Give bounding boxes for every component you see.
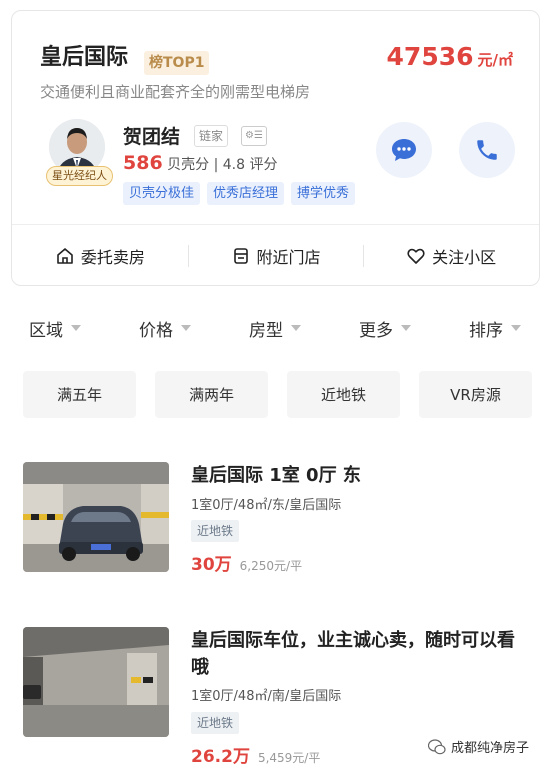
community-actions: 委托卖房 附近门店 关注小区: [12, 225, 539, 287]
agent-badges: 贝壳分极佳 优秀店经理 搏学优秀: [123, 182, 356, 205]
id-card-icon[interactable]: ⚙☰: [241, 126, 267, 146]
filter-layout[interactable]: 房型: [220, 308, 330, 348]
filter-more[interactable]: 更多: [330, 308, 440, 348]
listing-price-row: 30万 6,250元/平: [191, 550, 302, 575]
follow-community-button[interactable]: 关注小区: [363, 225, 539, 287]
agent-score-label: 贝壳分: [167, 157, 210, 173]
price-number: 47536: [386, 42, 474, 71]
phone-icon: [477, 140, 497, 160]
quick-tag-vr[interactable]: VR房源: [419, 371, 532, 418]
listing-price-row: 26.2万 5,459元/平: [191, 742, 320, 767]
caret-down-icon: [511, 325, 521, 331]
filter-label: 价格: [139, 320, 173, 341]
rank-badge[interactable]: 榜TOP1: [144, 51, 210, 75]
caret-down-icon: [401, 325, 411, 331]
caret-down-icon: [181, 325, 191, 331]
watermark-text: 成都纯净房子: [451, 741, 530, 756]
listing-meta: 1室0厅/48㎡/东/皇后国际: [191, 498, 342, 513]
nearby-store-button[interactable]: 附近门店: [187, 225, 364, 287]
listing-item[interactable]: 皇后国际 1室 0厅 东 1室0厅/48㎡/东/皇后国际 近地铁 30万 6,25…: [23, 462, 533, 575]
wechat-icon: [428, 738, 446, 754]
parking-garage-photo-icon: [23, 627, 169, 737]
filter-bar: 区域 价格 房型 更多 排序: [0, 308, 550, 348]
follow-community-label: 关注小区: [432, 248, 497, 267]
listing-unit-price: 6,250元/平: [239, 559, 303, 573]
listing-unit-price: 5,459元/平: [257, 751, 321, 765]
caret-down-icon: [71, 325, 81, 331]
listing-tag: 近地铁: [191, 520, 240, 542]
listing-total-price: 26.2万: [191, 747, 250, 767]
filter-price[interactable]: 价格: [110, 308, 220, 348]
filter-label: 房型: [249, 320, 283, 341]
parking-car-photo-icon: [23, 462, 169, 572]
entrust-sell-button[interactable]: 委托卖房: [12, 225, 188, 287]
community-tagline: 交通便利且商业配套齐全的刚需型电梯房: [40, 83, 311, 101]
agent-badge: 优秀店经理: [207, 182, 285, 205]
listing-tag: 近地铁: [191, 712, 240, 734]
community-card: 皇后国际 榜TOP1 47536 元/㎡ 交通便利且商业配套齐全的刚需型电梯房 星…: [11, 10, 540, 286]
quick-tag-two-years[interactable]: 满两年: [155, 371, 268, 418]
listing-title[interactable]: 皇后国际车位，业主诚心卖，随时可以看哦: [191, 627, 531, 681]
chat-button[interactable]: [376, 122, 432, 178]
store-icon: [233, 248, 248, 264]
filter-label: 排序: [469, 320, 503, 341]
agent-company: 链家: [194, 125, 229, 147]
chat-bubble-icon: [392, 139, 416, 161]
listing-photo[interactable]: [23, 627, 169, 737]
listing-photo[interactable]: [23, 462, 169, 572]
agent-score-row: 586 贝壳分 | 4.8 评分: [123, 152, 277, 174]
agent-score: 586: [123, 152, 163, 174]
agent-name[interactable]: 贺团结: [123, 122, 180, 149]
community-price: 47536 元/㎡: [387, 42, 513, 71]
call-button[interactable]: [459, 122, 515, 178]
watermark: 成都纯净房子: [428, 737, 529, 756]
listing-meta: 1室0厅/48㎡/南/皇后国际: [191, 689, 342, 704]
quick-tag-five-years[interactable]: 满五年: [23, 371, 136, 418]
agent-badge: 搏学优秀: [291, 182, 356, 205]
caret-down-icon: [291, 325, 301, 331]
agent-level-badge: 星光经纪人: [46, 166, 113, 186]
filter-area[interactable]: 区域: [0, 308, 110, 348]
listing-title[interactable]: 皇后国际 1室 0厅 东: [191, 462, 531, 489]
heart-icon: [407, 248, 425, 264]
filter-label: 区域: [29, 320, 63, 341]
filter-label: 更多: [359, 320, 393, 341]
listing-total-price: 30万: [191, 555, 232, 575]
community-name[interactable]: 皇后国际: [40, 39, 128, 71]
quick-tag-near-metro[interactable]: 近地铁: [287, 371, 400, 418]
quick-filter-tags: 满五年 满两年 近地铁 VR房源: [23, 371, 532, 418]
price-unit: 元/㎡: [477, 51, 513, 69]
agent-rating: | 4.8 评分: [213, 157, 278, 173]
agent-badge: 贝壳分极佳: [123, 182, 201, 205]
entrust-sell-label: 委托卖房: [80, 248, 145, 267]
filter-sort[interactable]: 排序: [440, 308, 550, 348]
nearby-store-label: 附近门店: [256, 248, 321, 267]
home-icon: [57, 248, 73, 264]
